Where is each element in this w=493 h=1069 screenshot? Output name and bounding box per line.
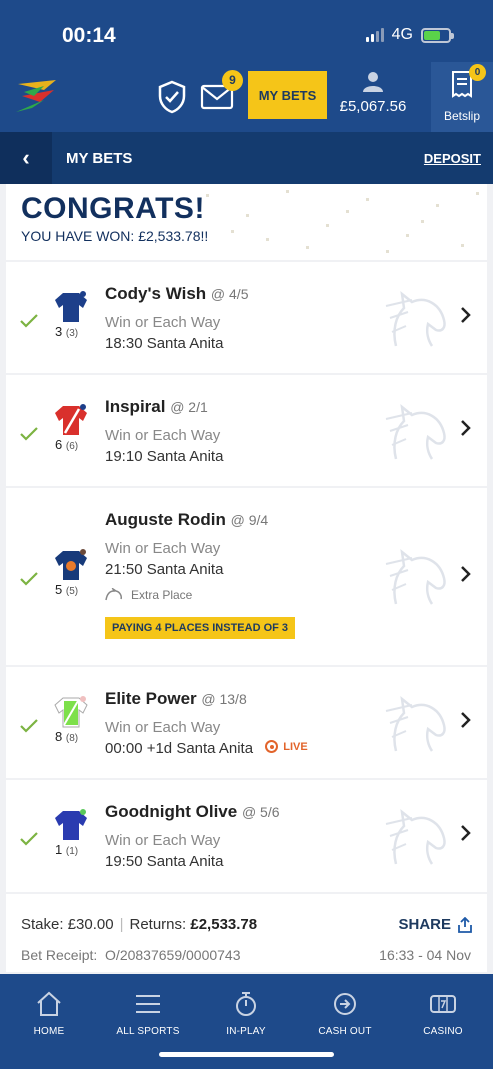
home-indicator[interactable] bbox=[159, 1052, 334, 1057]
horse-name: Elite Power @ 13/8 bbox=[105, 689, 247, 708]
casino-icon bbox=[430, 995, 456, 1013]
chevron-right-icon bbox=[461, 712, 471, 728]
horse-name: Auguste Rodin @ 9/4 bbox=[105, 510, 269, 529]
cash-out-icon bbox=[334, 993, 356, 1015]
nav-in-play[interactable]: IN-PLAY bbox=[201, 990, 291, 1037]
bet-receipt: Bet Receipt: O/20837659/0000743 bbox=[21, 947, 241, 963]
odds: @ 2/1 bbox=[170, 399, 208, 415]
betslip-badge: 0 bbox=[469, 64, 486, 81]
odds: @ 9/4 bbox=[230, 512, 269, 528]
extra-place-info: Extra Place bbox=[105, 588, 192, 602]
bet-date: 16:33 - 04 Nov bbox=[379, 947, 471, 963]
subheader: ‹ MY BETS DEPOSIT bbox=[0, 132, 493, 184]
nav-casino[interactable]: CASINO bbox=[398, 990, 488, 1037]
stake-value: £30.00 bbox=[67, 916, 114, 933]
stopwatch-icon bbox=[236, 992, 256, 1016]
mail-badge: 9 bbox=[222, 70, 243, 91]
won-check-icon bbox=[20, 314, 38, 328]
horse-head-watermark-icon bbox=[385, 809, 446, 865]
deposit-link[interactable]: DEPOSIT bbox=[424, 151, 481, 166]
race-info: 21:50 Santa Anita bbox=[105, 561, 224, 578]
saddle-cloth: 6 (6) bbox=[55, 437, 79, 452]
account-button[interactable]: £5,067.56 bbox=[333, 70, 413, 124]
app-header: 9 MY BETS £5,067.56 0 Betslip bbox=[0, 62, 493, 132]
share-button[interactable]: SHARE bbox=[398, 916, 473, 933]
chevron-right-icon bbox=[461, 307, 471, 323]
chevron-right-icon bbox=[461, 825, 471, 841]
safer-gambling-shield-icon[interactable] bbox=[157, 80, 187, 114]
race-info: 19:50 Santa Anita bbox=[105, 853, 224, 870]
horse-head-watermark-icon bbox=[385, 696, 446, 752]
odds: @ 5/6 bbox=[241, 804, 280, 820]
menu-icon bbox=[136, 995, 160, 1013]
signal-icon bbox=[365, 28, 384, 42]
status-indicators: 4G bbox=[365, 26, 454, 44]
user-icon bbox=[363, 72, 383, 92]
market-label: Win or Each Way bbox=[105, 314, 221, 331]
race-info: 18:30 Santa Anita bbox=[105, 335, 224, 352]
race-info: 00:00 +1d Santa Anita LIVE bbox=[105, 740, 308, 757]
selection-row[interactable]: 5 (5) Auguste Rodin @ 9/4 Win or Each Wa… bbox=[6, 488, 487, 665]
horse-name: Goodnight Olive @ 5/6 bbox=[105, 802, 280, 821]
won-check-icon bbox=[20, 719, 38, 733]
market-label: Win or Each Way bbox=[105, 427, 221, 444]
status-bar: 00:14 4G bbox=[0, 0, 493, 62]
horse-head-watermark-icon bbox=[385, 549, 446, 605]
jockey-silk-icon bbox=[55, 809, 87, 840]
returns-value: £2,533.78 bbox=[190, 916, 258, 933]
selection-row[interactable]: 6 (6) Inspiral @ 2/1 Win or Each Way 19:… bbox=[6, 375, 487, 486]
extra-place-label: Extra Place bbox=[131, 588, 193, 602]
congrats-banner: CONGRATS! YOU HAVE WON: £2,533.78!! bbox=[6, 184, 487, 260]
saddle-cloth: 3 (3) bbox=[55, 324, 79, 339]
live-badge: LIVE bbox=[265, 740, 308, 753]
home-icon bbox=[37, 991, 61, 1016]
network-label: 4G bbox=[391, 26, 413, 43]
market-label: Win or Each Way bbox=[105, 719, 221, 736]
promo-badge: PAYING 4 PLACES INSTEAD OF 3 bbox=[105, 617, 296, 639]
congrats-title: CONGRATS! bbox=[21, 192, 205, 225]
battery-icon bbox=[421, 27, 454, 43]
horse-name: Cody's Wish @ 4/5 bbox=[105, 284, 249, 303]
betslip-button[interactable]: 0 Betslip bbox=[431, 62, 493, 132]
won-check-icon bbox=[20, 832, 38, 846]
my-bets-button[interactable]: MY BETS bbox=[248, 71, 327, 119]
stake-returns: Stake: £30.00 | Returns: £2,533.78 bbox=[21, 916, 258, 933]
selection-row[interactable]: 1 (1) Goodnight Olive @ 5/6 Win or Each … bbox=[6, 780, 487, 892]
winnings-text: YOU HAVE WON: £2,533.78!! bbox=[21, 228, 209, 244]
jockey-silk-icon bbox=[54, 696, 88, 728]
jockey-silk-icon bbox=[55, 549, 87, 580]
odds: @ 13/8 bbox=[201, 691, 247, 707]
live-icon bbox=[265, 740, 279, 753]
horse-head-watermark-icon bbox=[385, 404, 446, 460]
race-info: 19:10 Santa Anita bbox=[105, 448, 224, 465]
saddle-cloth: 8 (8) bbox=[55, 729, 79, 744]
page-title: MY BETS bbox=[66, 150, 133, 167]
won-check-icon bbox=[20, 427, 38, 441]
share-icon bbox=[458, 916, 472, 933]
odds: @ 4/5 bbox=[210, 286, 249, 302]
nav-cash-out[interactable]: CASH OUT bbox=[300, 990, 390, 1037]
selection-row[interactable]: 8 (8) Elite Power @ 13/8 Win or Each Way… bbox=[6, 667, 487, 778]
jockey-silk-icon bbox=[55, 404, 87, 435]
extra-place-icon bbox=[105, 588, 122, 601]
jockey-silk-icon bbox=[55, 291, 87, 322]
won-check-icon bbox=[20, 572, 38, 586]
market-label: Win or Each Way bbox=[105, 540, 221, 557]
horse-head-watermark-icon bbox=[385, 291, 446, 347]
betslip-label: Betslip bbox=[443, 109, 481, 123]
selection-row[interactable]: 3 (3) Cody's Wish @ 4/5 Win or Each Way … bbox=[6, 262, 487, 373]
nav-home[interactable]: HOME bbox=[4, 990, 94, 1037]
nav-all-sports[interactable]: ALL SPORTS bbox=[103, 990, 193, 1037]
saddle-cloth: 5 (5) bbox=[55, 582, 79, 597]
bet-summary: Stake: £30.00 | Returns: £2,533.78 SHARE B… bbox=[6, 894, 487, 972]
account-balance: £5,067.56 bbox=[339, 98, 407, 115]
back-button[interactable]: ‹ bbox=[0, 132, 52, 184]
chevron-right-icon bbox=[461, 566, 471, 582]
brand-logo[interactable] bbox=[14, 76, 60, 116]
market-label: Win or Each Way bbox=[105, 832, 221, 849]
horse-name: Inspiral @ 2/1 bbox=[105, 397, 208, 416]
chevron-right-icon bbox=[461, 420, 471, 436]
status-time: 00:14 bbox=[62, 24, 116, 47]
saddle-cloth: 1 (1) bbox=[55, 842, 79, 857]
